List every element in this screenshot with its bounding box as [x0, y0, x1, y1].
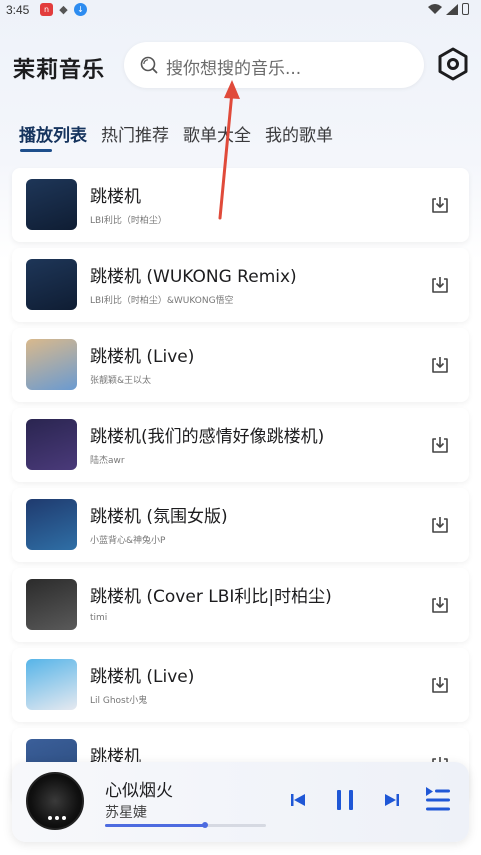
- download-icon[interactable]: [430, 435, 450, 455]
- wifi-icon: [428, 4, 442, 14]
- song-title: 跳楼机(我们的感情好像跳楼机): [90, 427, 325, 447]
- song-cover-image: [26, 579, 77, 630]
- song-cover-image: [26, 179, 77, 230]
- download-notification-icon: ↓: [74, 3, 87, 16]
- active-tab-indicator: [20, 149, 52, 152]
- search-input[interactable]: 搜你想搜的音乐...: [124, 42, 424, 88]
- tab-bar: 播放列表 热门推荐 歌单大全 我的歌单: [19, 121, 333, 146]
- player-cover-dots: [48, 816, 66, 820]
- download-icon[interactable]: [430, 515, 450, 535]
- song-cover-image: [26, 499, 77, 550]
- song-artist: LBI利比（时柏尘）: [90, 216, 167, 226]
- now-playing-title: 心似烟火: [105, 781, 173, 801]
- pause-button[interactable]: [334, 789, 356, 811]
- tab-my-playlists[interactable]: 我的歌单: [265, 121, 333, 146]
- download-icon[interactable]: [430, 355, 450, 375]
- song-artist: timi: [90, 613, 108, 623]
- song-list-item[interactable]: 跳楼机 (WUKONG Remix) LBI利比（时柏尘）&WUKONG悟空: [12, 248, 469, 322]
- song-artist: LBI利比（时柏尘）&WUKONG悟空: [90, 296, 234, 306]
- signal-icon: [446, 3, 458, 15]
- status-system-icons: [428, 3, 469, 15]
- song-list-item[interactable]: 跳楼机 (Live) Lil Ghost小鬼: [12, 648, 469, 722]
- download-icon[interactable]: [430, 195, 450, 215]
- progress-fill: [105, 824, 205, 827]
- song-title: 跳楼机: [90, 187, 141, 207]
- song-artist: 小蓝背心&神兔小P: [90, 536, 166, 546]
- song-cover-image: [26, 419, 77, 470]
- now-playing-artist: 苏星婕: [105, 805, 147, 821]
- song-list: 跳楼机 LBI利比（时柏尘） 跳楼机 (WUKONG Remix) LBI利比（时柏尘…: [12, 168, 469, 808]
- song-cover-image: [26, 659, 77, 710]
- tab-playlist-collection[interactable]: 歌单大全: [183, 121, 251, 146]
- cat-icon: ◆: [59, 3, 68, 16]
- progress-bar[interactable]: [105, 822, 266, 828]
- song-title: 跳楼机 (Live): [90, 667, 195, 687]
- song-artist: 陆杰awr: [90, 456, 125, 466]
- song-artist: Lil Ghost小鬼: [90, 696, 148, 706]
- status-bar: 3:45 n ◆ ↓: [0, 0, 481, 22]
- song-title: 跳楼机 (Cover LBI利比|时柏尘): [90, 587, 332, 607]
- search-placeholder: 搜你想搜的音乐...: [166, 59, 302, 79]
- song-list-item[interactable]: 跳楼机 (Live) 张靓颖&王以太: [12, 328, 469, 402]
- app-title: 茉莉音乐: [13, 58, 106, 83]
- settings-hexagon-icon[interactable]: [437, 47, 469, 81]
- song-list-item[interactable]: 跳楼机 (Cover LBI利比|时柏尘) timi: [12, 568, 469, 642]
- song-cover-image: [26, 259, 77, 310]
- download-icon[interactable]: [430, 595, 450, 615]
- song-title: 跳楼机 (Live): [90, 347, 195, 367]
- next-track-button[interactable]: [384, 792, 400, 808]
- download-icon[interactable]: [430, 675, 450, 695]
- download-icon[interactable]: [430, 275, 450, 295]
- song-list-item[interactable]: 跳楼机 LBI利比（时柏尘）: [12, 168, 469, 242]
- search-icon: [140, 56, 158, 74]
- previous-track-button[interactable]: [290, 792, 306, 808]
- song-title: 跳楼机 (WUKONG Remix): [90, 267, 297, 287]
- song-list-item[interactable]: 跳楼机(我们的感情好像跳楼机) 陆杰awr: [12, 408, 469, 482]
- player-album-cover[interactable]: [26, 772, 84, 830]
- notification-app-icon: n: [40, 3, 53, 16]
- song-title: 跳楼机 (氛围女版): [90, 507, 228, 527]
- song-cover-image: [26, 339, 77, 390]
- song-list-item[interactable]: 跳楼机 (氛围女版) 小蓝背心&神兔小P: [12, 488, 469, 562]
- status-notification-icons: n ◆ ↓: [40, 3, 87, 16]
- status-time: 3:45: [6, 3, 30, 17]
- tab-playlist[interactable]: 播放列表: [19, 121, 87, 146]
- progress-knob[interactable]: [201, 822, 208, 828]
- playlist-queue-icon[interactable]: [425, 786, 451, 814]
- song-artist: 张靓颖&王以太: [90, 376, 152, 386]
- battery-icon: [462, 3, 469, 15]
- mini-player[interactable]: 心似烟火 苏星婕: [12, 762, 469, 842]
- tab-hot-recommend[interactable]: 热门推荐: [101, 121, 169, 146]
